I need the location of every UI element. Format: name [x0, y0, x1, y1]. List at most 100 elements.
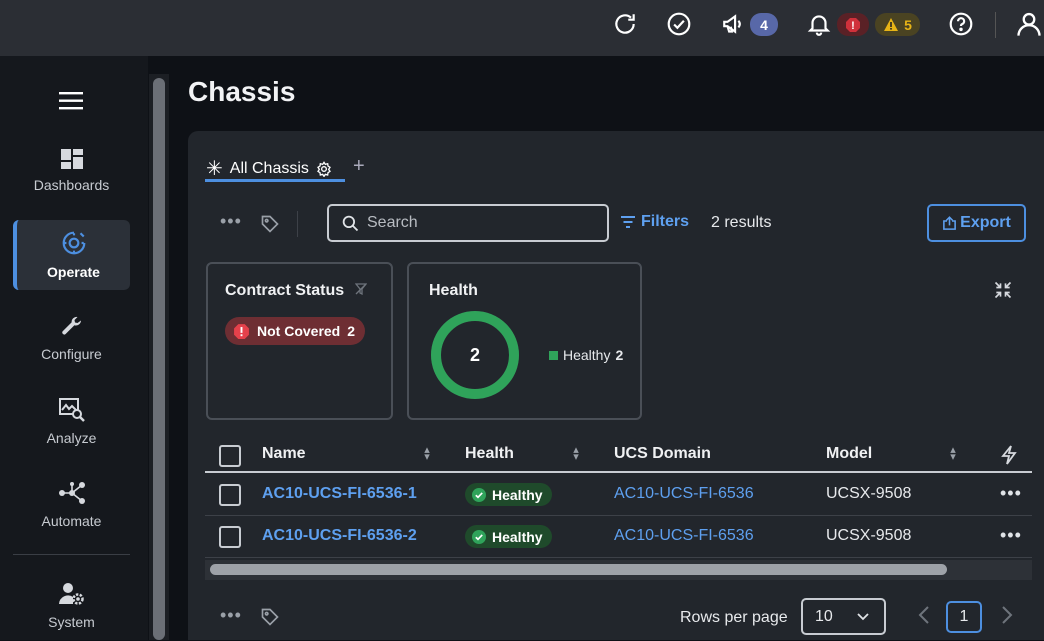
table-row[interactable]: AC10-UCS-FI-6536-2 Healthy AC10-UCS-FI-6… [205, 516, 1032, 558]
asterisk-icon: ✳ [206, 158, 223, 180]
lightning-icon[interactable] [1001, 445, 1017, 470]
sidebar-item-dashboards[interactable]: Dashboards [13, 136, 130, 206]
table-header: Name ▴ ▾ Health ▴ ▾ UCS Domain Model ▴ ▾ [205, 437, 1032, 473]
check-circle-icon[interactable] [665, 10, 693, 38]
row-checkbox[interactable] [219, 526, 241, 548]
current-page-button[interactable]: 1 [946, 601, 982, 633]
export-icon [943, 215, 957, 230]
warning-alarm-badge[interactable]: 5 [875, 13, 920, 36]
health-donut-chart[interactable]: 2 [429, 309, 521, 401]
refresh-icon[interactable] [611, 10, 639, 38]
search-input[interactable] [367, 214, 597, 232]
column-header-health[interactable]: Health [465, 445, 514, 463]
page-title: Chassis [188, 76, 296, 107]
chassis-name-link[interactable]: AC10-UCS-FI-6536-2 [262, 527, 417, 545]
pill-label: Not Covered [257, 323, 341, 339]
hamburger-menu-icon[interactable] [59, 92, 83, 115]
help-icon[interactable] [947, 10, 975, 38]
svg-text:!: ! [851, 20, 855, 32]
check-circle-icon [472, 529, 486, 544]
sidebar: Dashboards Operate Configure Analyze Aut… [0, 56, 148, 640]
sidebar-item-label: Configure [41, 346, 102, 362]
filter-icon[interactable] [354, 282, 367, 300]
previous-page-icon[interactable] [918, 605, 930, 630]
filters-button[interactable]: Filters [621, 213, 689, 231]
sort-icon[interactable]: ▴ ▾ [423, 445, 431, 463]
bell-icon[interactable] [805, 10, 833, 38]
row-actions-icon[interactable]: ••• [1000, 525, 1022, 546]
next-page-icon[interactable] [1001, 605, 1013, 630]
filters-label: Filters [641, 213, 690, 230]
health-pill: Healthy [465, 525, 552, 548]
health-pill: Healthy [465, 483, 552, 506]
row-actions-icon[interactable]: ••• [1000, 483, 1022, 504]
legend-swatch [549, 350, 558, 360]
collapse-cards-icon[interactable] [993, 280, 1013, 305]
gear-icon[interactable] [316, 161, 332, 177]
topbar-divider [995, 12, 996, 38]
column-header-model[interactable]: Model [826, 445, 872, 463]
sidebar-divider [13, 554, 130, 555]
user-icon[interactable] [1015, 10, 1043, 38]
sidebar-item-label: Automate [41, 513, 102, 529]
model-value: UCSX-9508 [826, 485, 912, 502]
sidebar-item-label: Operate [47, 264, 100, 280]
sidebar-item-configure[interactable]: Configure [13, 303, 130, 373]
sidebar-scrollbar-thumb[interactable] [153, 78, 165, 640]
search-icon [342, 215, 359, 232]
footer-tag-icon[interactable] [260, 607, 280, 632]
select-all-checkbox[interactable] [219, 445, 241, 467]
row-checkbox[interactable] [219, 484, 241, 506]
chevron-down-icon [857, 612, 869, 620]
operate-icon [62, 231, 85, 255]
wrench-icon [61, 316, 81, 335]
main-panel: ✳ All Chassis + ••• Filters 2 results Ex… [188, 131, 1044, 640]
sidebar-item-operate[interactable]: Operate [13, 220, 130, 290]
footer-more-actions-icon[interactable]: ••• [220, 605, 242, 626]
more-actions-icon[interactable]: ••• [220, 211, 242, 232]
warning-count: 5 [904, 16, 912, 33]
check-circle-icon [472, 487, 486, 502]
sort-icon[interactable]: ▴ ▾ [949, 445, 957, 463]
rows-per-page-select[interactable]: 10 [801, 598, 886, 635]
critical-icon [234, 323, 249, 339]
sort-icon[interactable]: ▴ ▾ [572, 445, 580, 463]
add-tab-button[interactable]: + [353, 155, 365, 178]
not-covered-pill[interactable]: Not Covered 2 [225, 317, 366, 345]
ucs-domain-link[interactable]: AC10-UCS-FI-6536 [614, 527, 754, 545]
sidebar-item-label: System [48, 614, 95, 630]
sidebar-item-analyze[interactable]: Analyze [13, 387, 130, 457]
tab-active-indicator [205, 179, 345, 182]
export-button[interactable]: Export [927, 204, 1026, 242]
rows-per-page-label: Rows per page [680, 609, 788, 626]
results-count: 2 results [711, 214, 772, 231]
column-header-ucs-domain[interactable]: UCS Domain [614, 445, 711, 463]
table-horizontal-scrollbar-thumb[interactable] [210, 564, 947, 575]
export-label: Export [960, 214, 1011, 231]
chassis-name-link[interactable]: AC10-UCS-FI-6536-1 [262, 485, 417, 503]
dashboard-icon [60, 149, 83, 169]
model-value: UCSX-9508 [826, 527, 912, 544]
contract-status-card: Contract Status Not Covered 2 [206, 262, 393, 420]
column-header-name[interactable]: Name [262, 445, 306, 463]
analyze-icon [58, 398, 85, 422]
health-legend-item[interactable]: Healthy 2 [549, 347, 623, 363]
donut-total: 2 [470, 345, 480, 365]
sidebar-item-system[interactable]: System [13, 571, 130, 641]
tag-icon[interactable] [260, 214, 280, 239]
health-card: Health 2 Healthy 2 [407, 262, 642, 420]
sidebar-item-automate[interactable]: Automate [13, 470, 130, 540]
card-title: Health [429, 282, 478, 299]
megaphone-icon[interactable] [720, 10, 748, 38]
sidebar-item-label: Dashboards [33, 177, 110, 193]
system-icon [58, 583, 84, 605]
table-row[interactable]: AC10-UCS-FI-6536-1 Healthy AC10-UCS-FI-6… [205, 474, 1032, 516]
search-input-container[interactable] [327, 204, 609, 242]
toolbar-divider [297, 211, 298, 237]
card-title: Contract Status [225, 282, 367, 300]
tab-label: All Chassis [229, 160, 309, 177]
pill-count: 2 [347, 323, 356, 339]
sidebar-item-label: Analyze [46, 430, 97, 446]
critical-alarm-badge[interactable]: ! [837, 13, 869, 36]
ucs-domain-link[interactable]: AC10-UCS-FI-6536 [614, 485, 754, 503]
